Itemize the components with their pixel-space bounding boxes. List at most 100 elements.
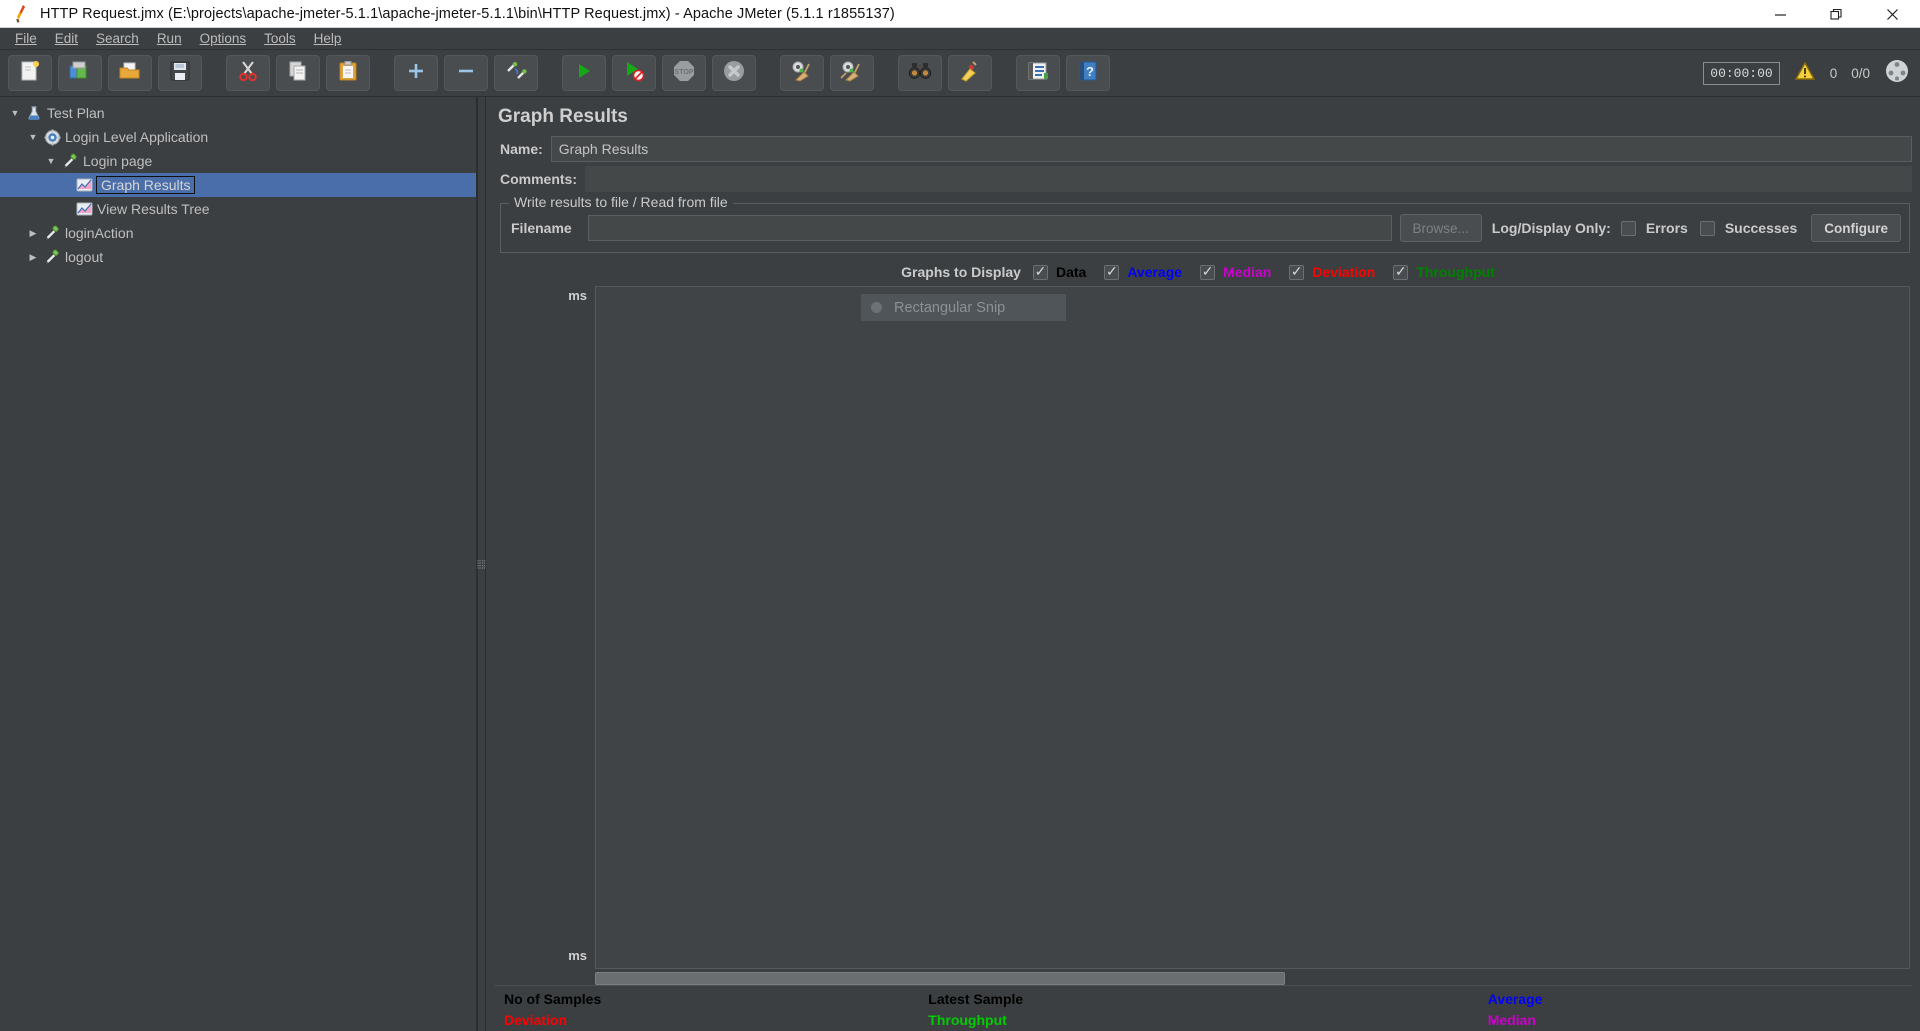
binoculars-icon — [908, 61, 932, 86]
tree-node-label: Graph Results — [96, 176, 195, 194]
stop-button[interactable]: STOP — [662, 55, 706, 91]
warning-triangle-icon[interactable] — [1794, 61, 1816, 86]
median-checkbox[interactable] — [1200, 265, 1215, 280]
expand-toggle-loginaction[interactable]: ▶ — [24, 228, 42, 239]
help-button[interactable]: ? — [1066, 55, 1110, 91]
tree-node-login-level-application[interactable]: ▼ Login Level Application — [0, 125, 476, 149]
gear-broom-icon — [790, 60, 814, 87]
menu-tools[interactable]: Tools — [255, 29, 305, 48]
start-button[interactable] — [562, 55, 606, 91]
throughput-checkbox[interactable] — [1393, 265, 1408, 280]
tree-node-label: Test Plan — [47, 105, 105, 121]
stats-column-1: No of Samples Deviation — [504, 989, 928, 1031]
deviation-stat-label: Deviation — [504, 1010, 928, 1031]
expand-toggle-login-page[interactable]: ▼ — [42, 156, 60, 166]
average-checkbox[interactable] — [1104, 265, 1119, 280]
shutdown-button[interactable] — [712, 55, 756, 91]
floppy-save-icon — [169, 60, 191, 87]
errors-checkbox[interactable] — [1621, 221, 1636, 236]
copy-button[interactable] — [276, 55, 320, 91]
expand-toggle-login-level-application[interactable]: ▼ — [24, 132, 42, 142]
menu-help[interactable]: Help — [305, 29, 351, 48]
templates-button[interactable] — [58, 55, 102, 91]
rectangular-snip-overlay[interactable]: Rectangular Snip — [861, 294, 1066, 321]
stats-column-2: Latest Sample Throughput — [928, 989, 1487, 1031]
filename-label: Filename — [509, 220, 580, 236]
data-checkbox[interactable] — [1033, 265, 1048, 280]
tree-node-view-results-tree[interactable]: View Results Tree — [0, 197, 476, 221]
write-results-group: Write results to file / Read from file F… — [500, 203, 1910, 253]
remote-sphere-icon[interactable] — [1884, 58, 1910, 89]
expand-toggle-test-plan[interactable]: ▼ — [6, 108, 24, 118]
save-button[interactable] — [158, 55, 202, 91]
svg-text:?: ? — [1086, 64, 1094, 79]
stats-column-3: Average Median — [1488, 989, 1912, 1031]
collapse-all-button[interactable] — [444, 55, 488, 91]
scissors-icon — [237, 60, 259, 87]
tree-node-label: Login Level Application — [65, 129, 208, 145]
scrollbar-thumb[interactable] — [595, 972, 1285, 985]
search-button[interactable] — [898, 55, 942, 91]
new-test-plan-button[interactable] — [8, 55, 52, 91]
elapsed-time: 00:00:00 — [1703, 62, 1779, 85]
stop-octagon-icon: STOP — [672, 59, 696, 88]
tree-node-login-page[interactable]: ▼ Login page — [0, 149, 476, 173]
clear-all-button[interactable] — [830, 55, 874, 91]
browse-button[interactable]: Browse... — [1400, 214, 1482, 242]
paste-button[interactable] — [326, 55, 370, 91]
green-play-icon — [574, 61, 594, 86]
function-helper-button[interactable] — [1016, 55, 1060, 91]
minus-icon — [456, 61, 476, 86]
graph-canvas[interactable]: Rectangular Snip — [595, 286, 1910, 969]
menu-run[interactable]: Run — [148, 29, 191, 48]
plus-icon — [406, 61, 426, 86]
no-of-samples-label: No of Samples — [504, 989, 928, 1010]
test-plan-flask-icon — [24, 104, 44, 122]
view-results-tree-icon — [74, 200, 94, 218]
window-title-bar: HTTP Request.jmx (E:\projects\apache-jme… — [0, 0, 1920, 28]
comments-input[interactable] — [585, 166, 1912, 192]
menu-edit[interactable]: Edit — [46, 29, 87, 48]
tree-node-graph-results[interactable]: Graph Results — [0, 173, 476, 197]
name-input[interactable]: Graph Results — [551, 136, 1912, 162]
tree-node-label: loginAction — [65, 225, 134, 241]
menu-file[interactable]: File — [6, 29, 46, 48]
green-play-nopause-icon — [623, 60, 645, 87]
y-axis-top-label: ms — [568, 288, 587, 303]
menu-file-label: File — [15, 31, 37, 46]
test-plan-tree[interactable]: ▼ Test Plan ▼ — [0, 97, 477, 1031]
start-no-pauses-button[interactable] — [612, 55, 656, 91]
tree-node-test-plan[interactable]: ▼ Test Plan — [0, 101, 476, 125]
tree-node-label: Login page — [83, 153, 152, 169]
main-split-pane: ▼ Test Plan ▼ — [0, 97, 1920, 1031]
expand-all-button[interactable] — [394, 55, 438, 91]
open-button[interactable] — [108, 55, 152, 91]
comments-label: Comments: — [494, 171, 585, 187]
split-pane-divider[interactable]: ⣿⣿ — [477, 97, 486, 1031]
toggle-button[interactable] — [494, 55, 538, 91]
clear-button[interactable] — [780, 55, 824, 91]
comments-field-row: Comments: — [494, 166, 1912, 192]
cut-button[interactable] — [226, 55, 270, 91]
menu-options[interactable]: Options — [191, 29, 256, 48]
sampler-pin-icon — [42, 224, 62, 242]
sampler-pin-icon — [42, 248, 62, 266]
successes-checkbox[interactable] — [1700, 221, 1715, 236]
graph-horizontal-scrollbar[interactable] — [595, 972, 1908, 985]
expand-toggle-logout[interactable]: ▶ — [24, 252, 42, 263]
average-stat-label: Average — [1488, 989, 1912, 1010]
broom-icon — [959, 60, 981, 87]
menu-search[interactable]: Search — [87, 29, 148, 48]
close-button[interactable] — [1864, 0, 1920, 28]
reset-search-button[interactable] — [948, 55, 992, 91]
configure-button[interactable]: Configure — [1811, 214, 1901, 242]
minimize-button[interactable] — [1752, 0, 1808, 28]
tree-node-loginaction[interactable]: ▶ loginAction — [0, 221, 476, 245]
templates-icon — [68, 60, 92, 87]
filename-input[interactable] — [588, 215, 1392, 241]
graphs-to-display-row: Graphs to Display Data Average Median De… — [494, 264, 1912, 280]
restore-button[interactable] — [1808, 0, 1864, 28]
tree-node-logout[interactable]: ▶ logout — [0, 245, 476, 269]
copy-pages-icon — [287, 60, 309, 87]
deviation-checkbox[interactable] — [1289, 265, 1304, 280]
